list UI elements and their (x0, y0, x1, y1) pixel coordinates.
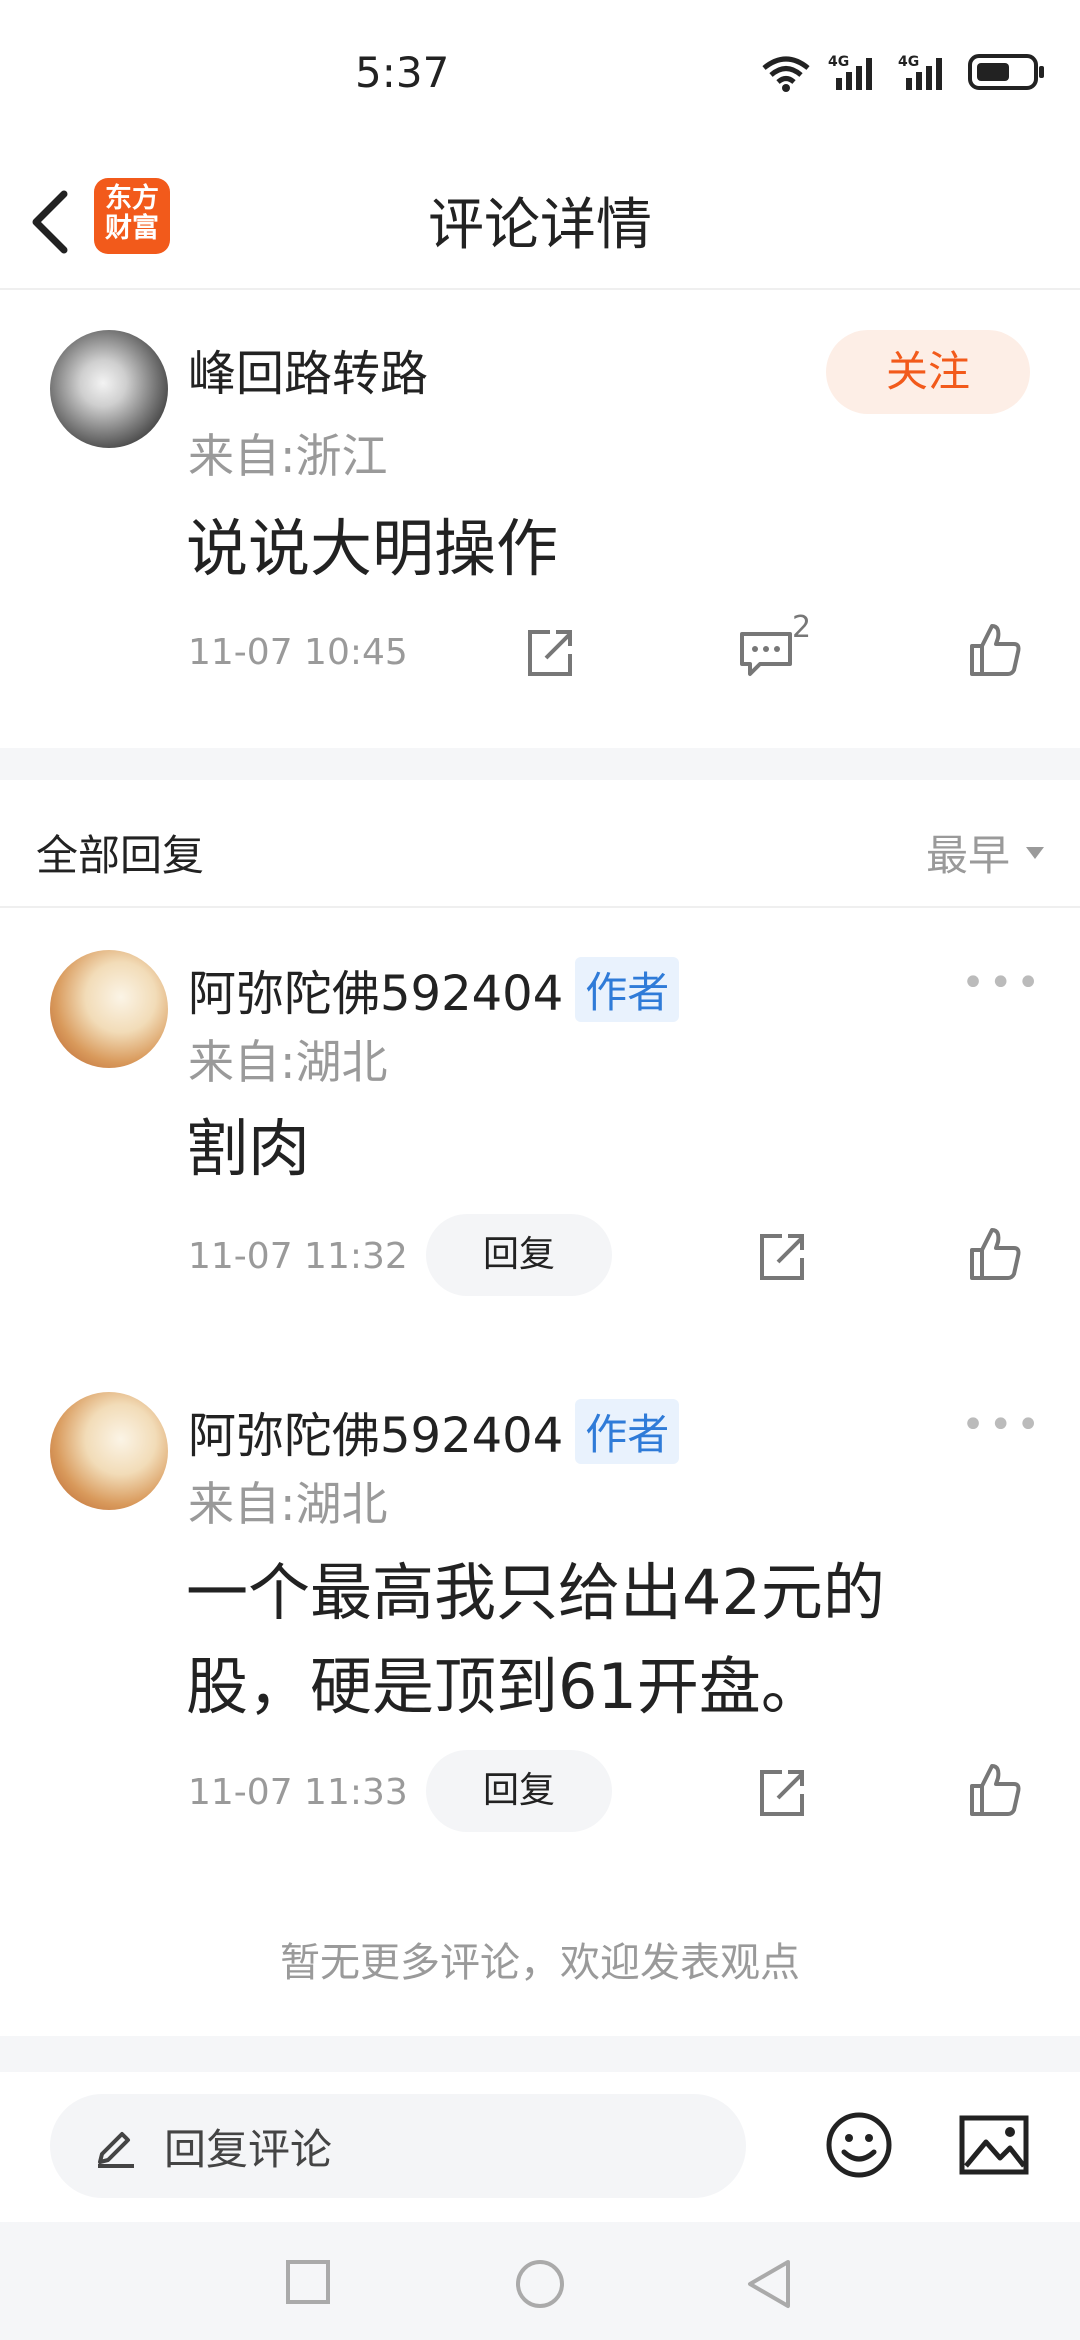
reply-share-button[interactable] (756, 1764, 808, 1824)
reply-content: 割肉 (186, 1112, 311, 1185)
status-icons: 4G 4G (758, 52, 1046, 96)
page-title: 评论详情 (428, 193, 652, 258)
nav-back-icon (748, 2260, 790, 2308)
sort-label: 最早 (925, 831, 1010, 880)
share-icon (760, 1770, 804, 1816)
svg-text:4G: 4G (828, 54, 849, 70)
image-icon (959, 2115, 1029, 2175)
nav-recent-button[interactable] (284, 2258, 332, 2310)
section-separator (0, 748, 1080, 780)
reply-timestamp: 11-07 11:32 (188, 1236, 408, 1277)
comment-content: 说说大明操作 (186, 512, 559, 585)
comment-icon (740, 632, 792, 676)
reply-name-row: 阿弥陀佛592404 作者 (188, 954, 680, 1024)
no-more-comments: 暂无更多评论，欢迎发表观点 (280, 1940, 800, 1986)
image-button[interactable] (958, 2114, 1030, 2180)
reply-location: 来自:湖北 (188, 1477, 388, 1531)
emoji-button[interactable] (824, 2110, 894, 2184)
more-icon[interactable]: ••• (961, 1402, 1044, 1448)
svg-text:4G: 4G (898, 54, 919, 70)
wifi-icon (758, 52, 814, 96)
reply-content-line1: 一个最高我只给出42元的 (186, 1556, 885, 1629)
signal-icon-2: 4G (898, 52, 954, 96)
dropdown-icon (1026, 846, 1044, 859)
like-icon (970, 1764, 1021, 1816)
author-badge: 作者 (575, 1398, 680, 1464)
reply-input-placeholder: 回复评论 (164, 2124, 333, 2174)
reply-username[interactable]: 阿弥陀佛592404 (188, 954, 563, 1024)
sort-dropdown[interactable]: 最早 (926, 822, 1046, 883)
like-icon (970, 624, 1021, 676)
status-time: 5:37 (355, 48, 450, 97)
like-button[interactable] (968, 622, 1022, 682)
reply-username[interactable]: 阿弥陀佛592404 (188, 1396, 563, 1466)
nav-home-icon (516, 2260, 564, 2308)
author-badge: 作者 (575, 956, 680, 1022)
comment-username[interactable]: 峰回路转路 (188, 334, 428, 404)
comment-button[interactable]: 2 (738, 610, 824, 686)
bottom-separator (0, 2036, 1080, 2072)
more-icon[interactable]: ••• (961, 960, 1044, 1006)
battery-icon (968, 52, 1046, 96)
signal-icon-1: 4G (828, 52, 884, 96)
reply-count: 2 (792, 610, 812, 645)
nav-home-button[interactable] (514, 2258, 566, 2314)
follow-button[interactable]: 关注 (826, 330, 1030, 414)
share-button[interactable] (524, 624, 576, 684)
reply-name-row: 阿弥陀佛592404 作者 (188, 1396, 680, 1466)
all-replies-title: 全部回复 (36, 831, 205, 880)
reply-like-button[interactable] (968, 1762, 1022, 1822)
reply-share-button[interactable] (756, 1228, 808, 1288)
reply-button[interactable]: 回复 (426, 1214, 612, 1296)
like-icon (970, 1228, 1021, 1280)
nav-recent-icon (286, 2260, 330, 2304)
header: 东方 财富 评论详情 (0, 150, 1080, 290)
share-icon (528, 630, 572, 676)
emoji-icon (826, 2112, 892, 2178)
reply-content-line2: 股，硬是顶到61开盘。 (186, 1650, 823, 1723)
nav-back-button[interactable] (744, 2258, 794, 2314)
comment-timestamp: 11-07 10:45 (188, 632, 408, 673)
reply-input[interactable]: 回复评论 (50, 2094, 746, 2198)
system-nav-bar (0, 2222, 1080, 2340)
divider (0, 906, 1080, 908)
reply-avatar[interactable] (50, 950, 168, 1068)
reply-button[interactable]: 回复 (426, 1750, 612, 1832)
share-icon (760, 1234, 804, 1280)
comment-location: 来自:浙江 (188, 429, 388, 483)
reply-timestamp: 11-07 11:33 (188, 1772, 408, 1813)
reply-like-button[interactable] (968, 1226, 1022, 1286)
avatar[interactable] (50, 330, 168, 448)
reply-avatar[interactable] (50, 1392, 168, 1510)
reply-location: 来自:湖北 (188, 1035, 388, 1089)
pencil-icon (98, 2132, 134, 2168)
